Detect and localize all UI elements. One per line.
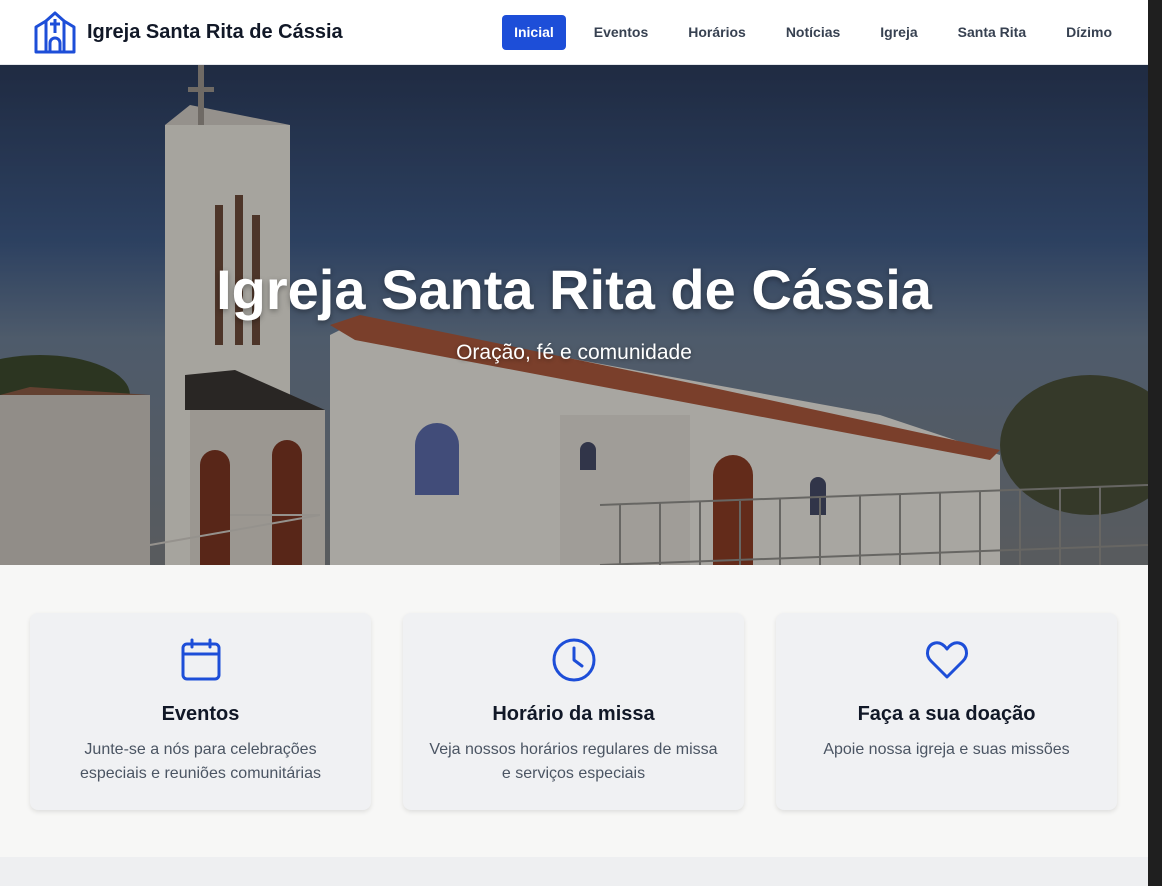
- card-title: Horário da missa: [492, 703, 655, 725]
- nav-item-horarios[interactable]: Horários: [676, 15, 758, 50]
- nav-item-dizimo[interactable]: Dízimo: [1054, 15, 1124, 50]
- card-eventos[interactable]: Eventos Junte-se a nós para celebrações …: [30, 613, 371, 810]
- nav-item-eventos[interactable]: Eventos: [582, 15, 660, 50]
- feature-cards: Eventos Junte-se a nós para celebrações …: [30, 613, 1117, 810]
- nav-item-igreja[interactable]: Igreja: [868, 15, 929, 50]
- card-doacao[interactable]: Faça a sua doação Apoie nossa igreja e s…: [776, 613, 1117, 810]
- page: Igreja Santa Rita de Cássia Inicial Even…: [0, 0, 1148, 886]
- church-icon: [34, 11, 76, 54]
- main-nav: Inicial Eventos Horários Notícias Igreja…: [502, 15, 1124, 50]
- window-scrollbar[interactable]: [1148, 0, 1162, 886]
- hero-banner: Igreja Santa Rita de Cássia Oração, fé e…: [0, 65, 1148, 565]
- heart-icon: [925, 641, 968, 679]
- clock-icon: [552, 638, 595, 682]
- hero-title: Igreja Santa Rita de Cássia: [216, 258, 932, 321]
- brand-name: Igreja Santa Rita de Cássia: [87, 20, 343, 43]
- card-text: Veja nossos horários regulares de missa …: [429, 741, 718, 782]
- card-title: Faça a sua doação: [857, 703, 1036, 725]
- hero-subtitle: Oração, fé e comunidade: [456, 341, 692, 364]
- nav-item-santa-rita[interactable]: Santa Rita: [946, 15, 1038, 50]
- nav-item-noticias[interactable]: Notícias: [774, 15, 852, 50]
- nav-item-inicial[interactable]: Inicial: [502, 15, 566, 50]
- site-header: Igreja Santa Rita de Cássia Inicial Even…: [0, 0, 1148, 65]
- brand[interactable]: Igreja Santa Rita de Cássia: [32, 9, 343, 55]
- card-title: Eventos: [161, 703, 240, 725]
- card-text: Apoie nossa igreja e suas missões: [823, 741, 1070, 758]
- calendar-icon: [181, 638, 220, 681]
- next-section: [0, 857, 1148, 886]
- card-text: Junte-se a nós para celebrações especiai…: [79, 741, 321, 782]
- card-horario-missa[interactable]: Horário da missa Veja nossos horários re…: [403, 613, 744, 810]
